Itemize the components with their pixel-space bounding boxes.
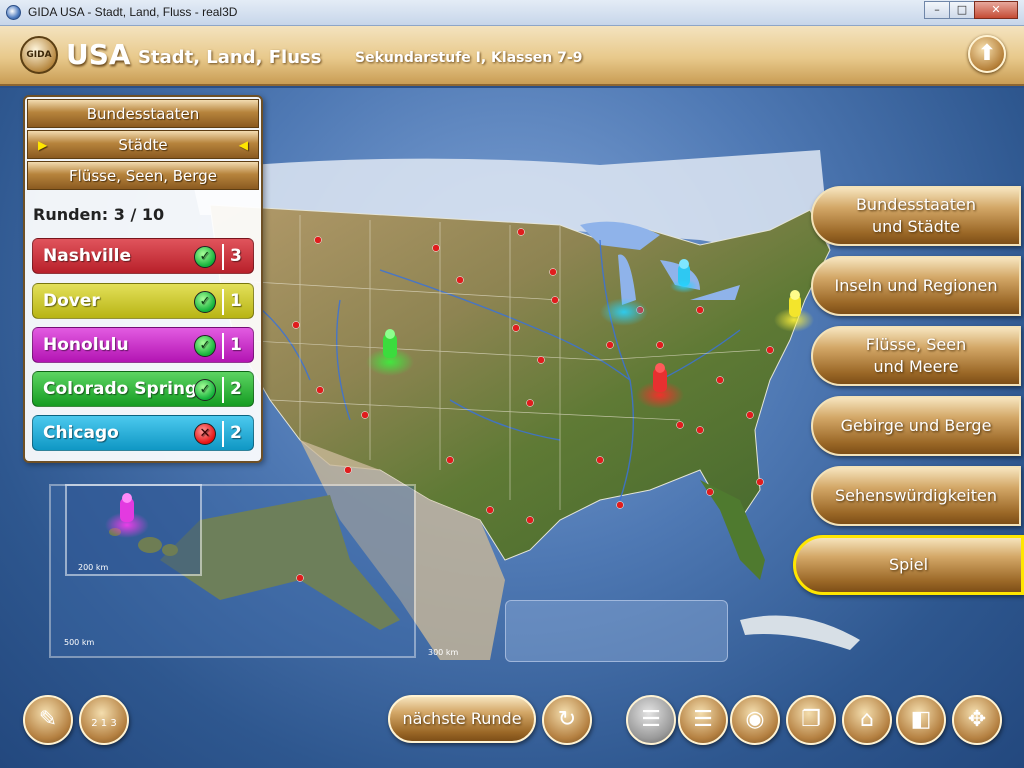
city-row-colorado-springs: Colorado Springs ✓ 2: [32, 371, 254, 407]
wrong-x-icon: ✕: [194, 423, 216, 445]
window-mode-button[interactable]: ◧: [896, 695, 946, 745]
reset-button[interactable]: ↻: [542, 695, 592, 745]
window-mode-icon: ◧: [910, 707, 932, 732]
move-button[interactable]: ✥: [952, 695, 1002, 745]
ranking-button[interactable]: 2 1 3: [79, 695, 129, 745]
list-active-button[interactable]: ☰: [678, 695, 728, 745]
menu-bundesstaaten-und-staedte[interactable]: Bundesstaaten und Städte: [811, 186, 1021, 246]
menu-fluesse-seen-meere[interactable]: Flüsse, Seen und Meere: [811, 326, 1021, 386]
ranking-podium-icon: 2 1 3: [91, 718, 117, 729]
list-active-icon: ☰: [693, 707, 713, 732]
game-panel: Bundesstaaten ▶ Städte ◀ Flüsse, Seen, B…: [23, 95, 263, 463]
correct-check-icon: ✓: [194, 246, 216, 268]
menu-inseln-und-regionen[interactable]: Inseln und Regionen: [811, 256, 1021, 316]
correct-check-icon: ✓: [194, 335, 216, 357]
reset-icon: ↻: [557, 707, 577, 732]
menu-gebirge-und-berge[interactable]: Gebirge und Berge: [811, 396, 1021, 456]
pages-button[interactable]: ❐: [786, 695, 836, 745]
tab-bundesstaaten[interactable]: Bundesstaaten: [27, 99, 259, 128]
rounds-counter: Runden: 3 / 10: [33, 205, 165, 224]
page-subtitle: Stadt, Land, Fluss: [138, 47, 322, 68]
window-controls: – □ ✕: [924, 1, 1018, 19]
city-row-dover: Dover ✓ 1: [32, 283, 254, 319]
maximize-button[interactable]: □: [949, 1, 975, 19]
home-icon: ⌂: [860, 707, 874, 732]
camera-icon: ◉: [745, 707, 765, 732]
move-arrows-icon: ✥: [967, 707, 987, 732]
city-row-nashville: Nashville ✓ 3: [32, 238, 254, 274]
menu-spiel[interactable]: Spiel: [793, 535, 1024, 595]
notes-button[interactable]: ✎: [23, 695, 73, 745]
hawaii-scale-label: 200 km: [78, 563, 108, 572]
alaska-scale-label: 500 km: [64, 638, 94, 647]
menu-sehenswuerdigkeiten[interactable]: Sehenswürdigkeiten: [811, 466, 1021, 526]
correct-check-icon: ✓: [194, 291, 216, 313]
close-button[interactable]: ✕: [974, 1, 1018, 19]
main-scale-label: 300 km: [428, 648, 458, 657]
answer-message-box: [505, 600, 728, 662]
home-button[interactable]: ⌂: [842, 695, 892, 745]
list-icon: ☰: [641, 707, 661, 732]
tab-staedte[interactable]: ▶ Städte ◀: [27, 130, 259, 159]
list-button[interactable]: ☰: [626, 695, 676, 745]
tab-left-arrow-icon: ▶: [38, 138, 48, 152]
camera-button[interactable]: ◉: [730, 695, 780, 745]
back-up-button[interactable]: ⬆: [968, 35, 1006, 73]
correct-check-icon: ✓: [194, 379, 216, 401]
page-title: USA: [66, 38, 131, 71]
arrow-up-icon: ⬆: [977, 41, 997, 66]
pages-icon: ❐: [801, 707, 821, 732]
grade-level: Sekundarstufe I, Klassen 7-9: [355, 50, 583, 66]
next-round-button[interactable]: nächste Runde: [388, 695, 536, 743]
city-row-chicago: Chicago ✕ 2: [32, 415, 254, 451]
window-title: GIDA USA - Stadt, Land, Fluss - real3D: [28, 5, 238, 19]
minimize-button[interactable]: –: [924, 1, 950, 19]
app-icon: [6, 5, 21, 20]
tab-right-arrow-icon: ◀: [238, 138, 248, 152]
notes-icon: ✎: [38, 707, 58, 732]
window-titlebar: GIDA USA - Stadt, Land, Fluss - real3D –…: [0, 0, 1024, 26]
tab-fluesse-seen-berge[interactable]: Flüsse, Seen, Berge: [27, 161, 259, 190]
city-row-honolulu: Honolulu ✓ 1: [32, 327, 254, 363]
gida-logo: GIDA: [20, 36, 58, 74]
app-header: GIDA USA Stadt, Land, Fluss Sekundarstuf…: [0, 26, 1024, 86]
